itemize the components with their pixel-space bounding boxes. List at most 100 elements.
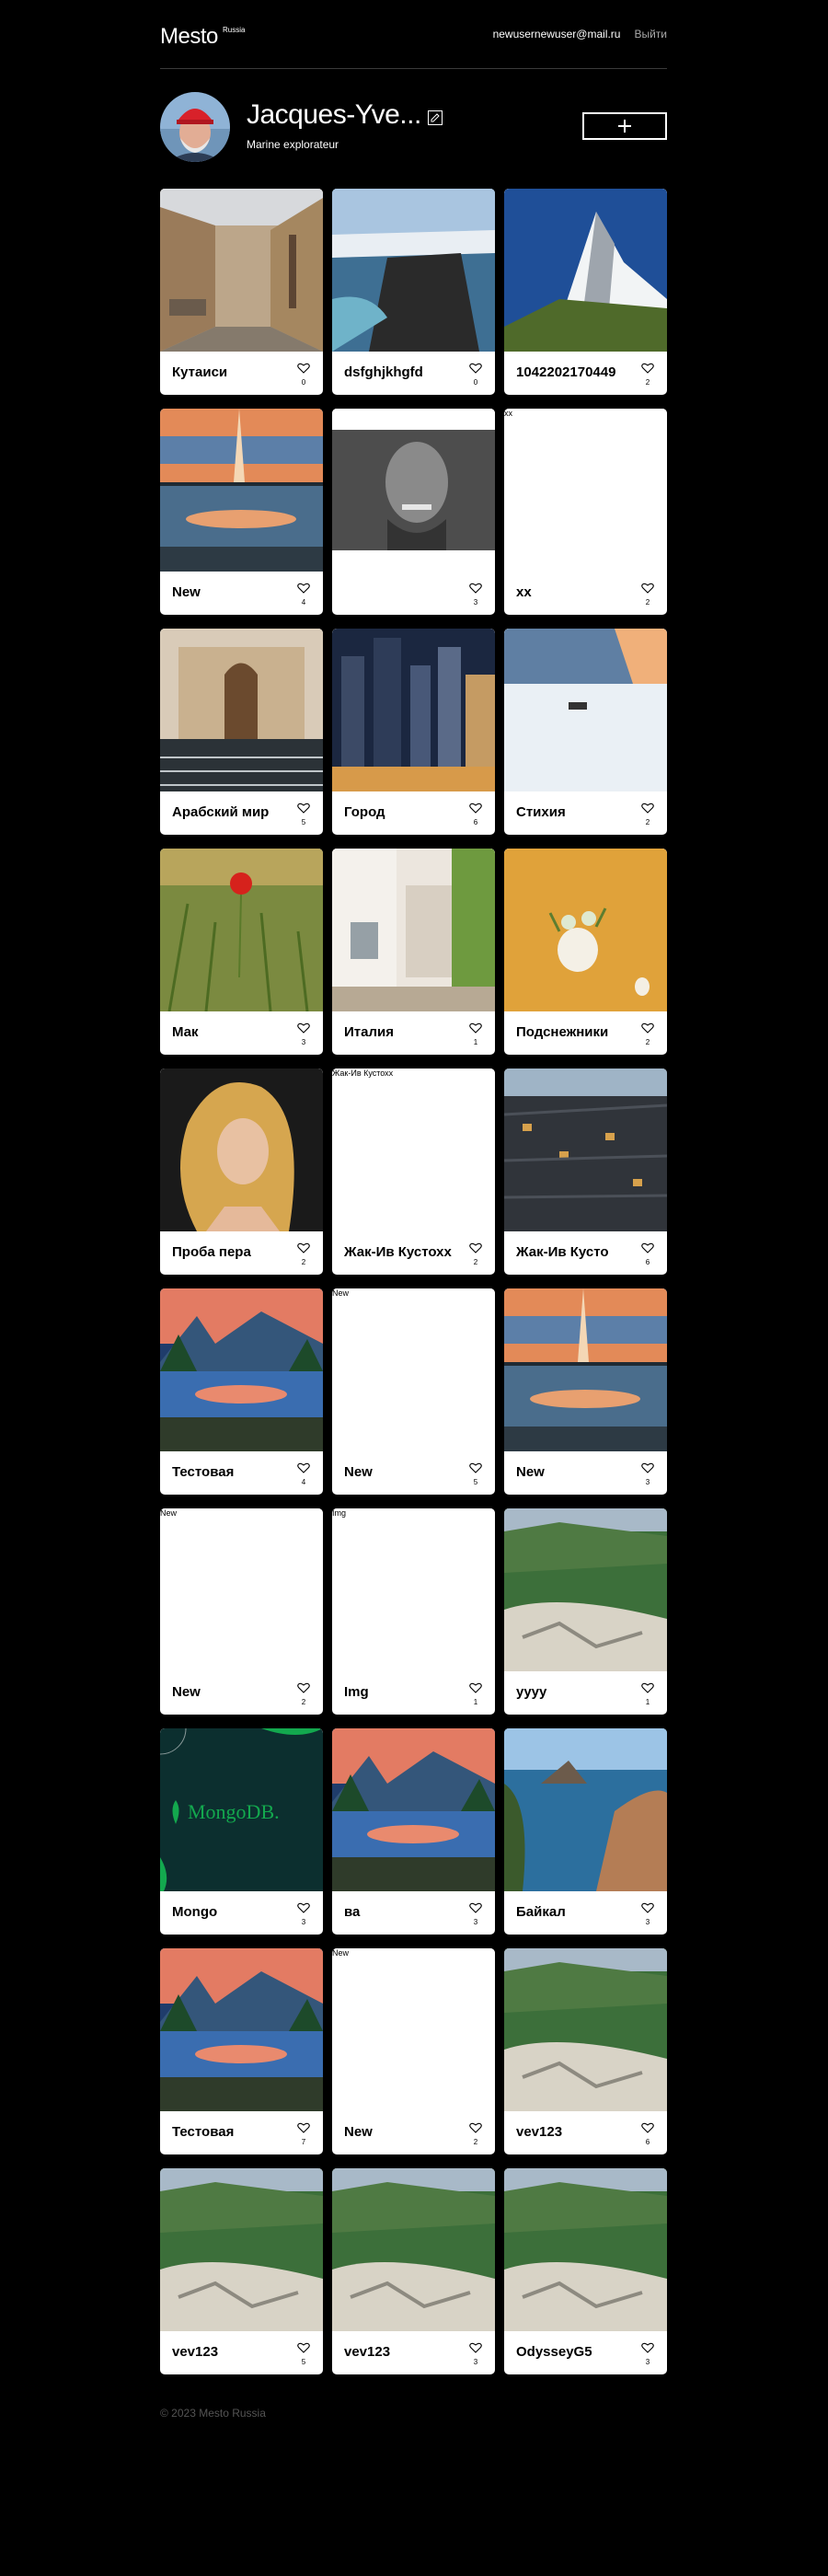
edit-profile-button[interactable] bbox=[428, 110, 443, 125]
card-image-alt-text: Img bbox=[332, 1508, 347, 1518]
like-button[interactable] bbox=[296, 582, 311, 598]
like-button[interactable] bbox=[640, 2341, 655, 2358]
place-card: New New 5 bbox=[332, 1288, 495, 1495]
like-count: 3 bbox=[645, 2358, 650, 2366]
like-button[interactable] bbox=[296, 2341, 311, 2358]
card-image[interactable] bbox=[160, 1288, 323, 1451]
card-image[interactable] bbox=[504, 629, 667, 791]
like-button[interactable] bbox=[640, 362, 655, 378]
like-count: 3 bbox=[645, 1478, 650, 1486]
like-button[interactable] bbox=[640, 1022, 655, 1038]
place-card: MongoDB. Mongo 3 bbox=[160, 1728, 323, 1935]
like-button[interactable] bbox=[468, 802, 483, 818]
like-count: 7 bbox=[301, 2138, 306, 2146]
card-image[interactable] bbox=[504, 1728, 667, 1891]
place-card: New 4 bbox=[160, 409, 323, 615]
card-image-alt-text: xx bbox=[504, 409, 512, 418]
card-image[interactable] bbox=[160, 2168, 323, 2331]
card-image[interactable] bbox=[332, 189, 495, 352]
like-button[interactable] bbox=[468, 1901, 483, 1918]
card-image[interactable] bbox=[504, 2168, 667, 2331]
like-count: 2 bbox=[645, 378, 650, 387]
card-image[interactable] bbox=[504, 1288, 667, 1451]
heart-icon bbox=[641, 2342, 654, 2353]
like-count: 2 bbox=[645, 598, 650, 606]
like-button[interactable] bbox=[296, 362, 311, 378]
like-button[interactable] bbox=[640, 1901, 655, 1918]
heart-icon bbox=[641, 803, 654, 814]
card-image[interactable] bbox=[332, 1948, 495, 2111]
card-image[interactable] bbox=[160, 1508, 323, 1671]
logout-link[interactable]: Выйти bbox=[634, 28, 667, 40]
card-image[interactable] bbox=[160, 189, 323, 352]
like-button[interactable] bbox=[468, 2121, 483, 2138]
logo[interactable]: Mesto Russia bbox=[160, 24, 245, 50]
card-image[interactable] bbox=[332, 1508, 495, 1671]
card-image[interactable] bbox=[160, 849, 323, 1011]
place-card: Подснежники 2 bbox=[504, 849, 667, 1055]
like-button[interactable] bbox=[296, 2121, 311, 2138]
like-button[interactable] bbox=[640, 802, 655, 818]
card-image[interactable] bbox=[504, 1948, 667, 2111]
place-card: xx xx 2 bbox=[504, 409, 667, 615]
like-button[interactable] bbox=[640, 1242, 655, 1258]
card-image[interactable] bbox=[504, 849, 667, 1011]
like-button[interactable] bbox=[468, 1242, 483, 1258]
heart-icon bbox=[297, 803, 310, 814]
card-image[interactable] bbox=[160, 629, 323, 791]
place-card: уууу 1 bbox=[504, 1508, 667, 1715]
like-count: 1 bbox=[473, 1698, 478, 1706]
card-title: Проба пера bbox=[172, 1244, 251, 1260]
card-image[interactable]: MongoDB. bbox=[160, 1728, 323, 1891]
like-button[interactable] bbox=[468, 1022, 483, 1038]
card-image[interactable] bbox=[332, 409, 495, 572]
like-count: 3 bbox=[473, 2358, 478, 2366]
like-button[interactable] bbox=[468, 1461, 483, 1478]
like-button[interactable] bbox=[640, 1461, 655, 1478]
like-button[interactable] bbox=[296, 1022, 311, 1038]
card-image[interactable] bbox=[504, 1069, 667, 1231]
heart-icon bbox=[641, 1902, 654, 1913]
like-count: 2 bbox=[473, 2138, 478, 2146]
place-card: New New 2 bbox=[160, 1508, 323, 1715]
like-button[interactable] bbox=[468, 1681, 483, 1698]
add-card-button[interactable] bbox=[582, 112, 667, 140]
header: Mesto Russia newusernewuser@mail.ru Выйт… bbox=[160, 18, 667, 69]
user-email: newusernewuser@mail.ru bbox=[492, 28, 621, 40]
card-title: vev123 bbox=[172, 2344, 219, 2360]
card-image[interactable] bbox=[160, 1948, 323, 2111]
card-image[interactable] bbox=[504, 409, 667, 572]
like-button[interactable] bbox=[296, 1461, 311, 1478]
card-title: Байкал bbox=[516, 1904, 566, 1920]
card-title: Мак bbox=[172, 1024, 199, 1040]
card-image[interactable] bbox=[332, 1069, 495, 1231]
like-button[interactable] bbox=[640, 1681, 655, 1698]
like-button[interactable] bbox=[468, 2341, 483, 2358]
like-button[interactable] bbox=[468, 582, 483, 598]
like-button[interactable] bbox=[296, 802, 311, 818]
card-image[interactable] bbox=[332, 2168, 495, 2331]
like-button[interactable] bbox=[296, 1901, 311, 1918]
card-image[interactable] bbox=[332, 1288, 495, 1451]
like-button[interactable] bbox=[640, 582, 655, 598]
like-count: 2 bbox=[301, 1258, 306, 1266]
heart-icon bbox=[641, 363, 654, 374]
heart-icon bbox=[297, 1022, 310, 1034]
card-image[interactable] bbox=[504, 1508, 667, 1671]
card-image[interactable] bbox=[332, 1728, 495, 1891]
like-button[interactable] bbox=[296, 1242, 311, 1258]
like-count: 3 bbox=[301, 1918, 306, 1926]
like-button[interactable] bbox=[468, 362, 483, 378]
card-image[interactable] bbox=[504, 189, 667, 352]
like-button[interactable] bbox=[296, 1681, 311, 1698]
card-image[interactable] bbox=[332, 629, 495, 791]
card-image[interactable] bbox=[160, 1069, 323, 1231]
profile-avatar[interactable] bbox=[160, 92, 230, 162]
card-title: vev123 bbox=[516, 2124, 563, 2140]
card-title: Img bbox=[344, 1684, 369, 1700]
card-image[interactable] bbox=[332, 849, 495, 1011]
heart-icon bbox=[297, 2342, 310, 2353]
card-image[interactable] bbox=[160, 409, 323, 572]
like-button[interactable] bbox=[640, 2121, 655, 2138]
heart-icon bbox=[469, 1022, 482, 1034]
